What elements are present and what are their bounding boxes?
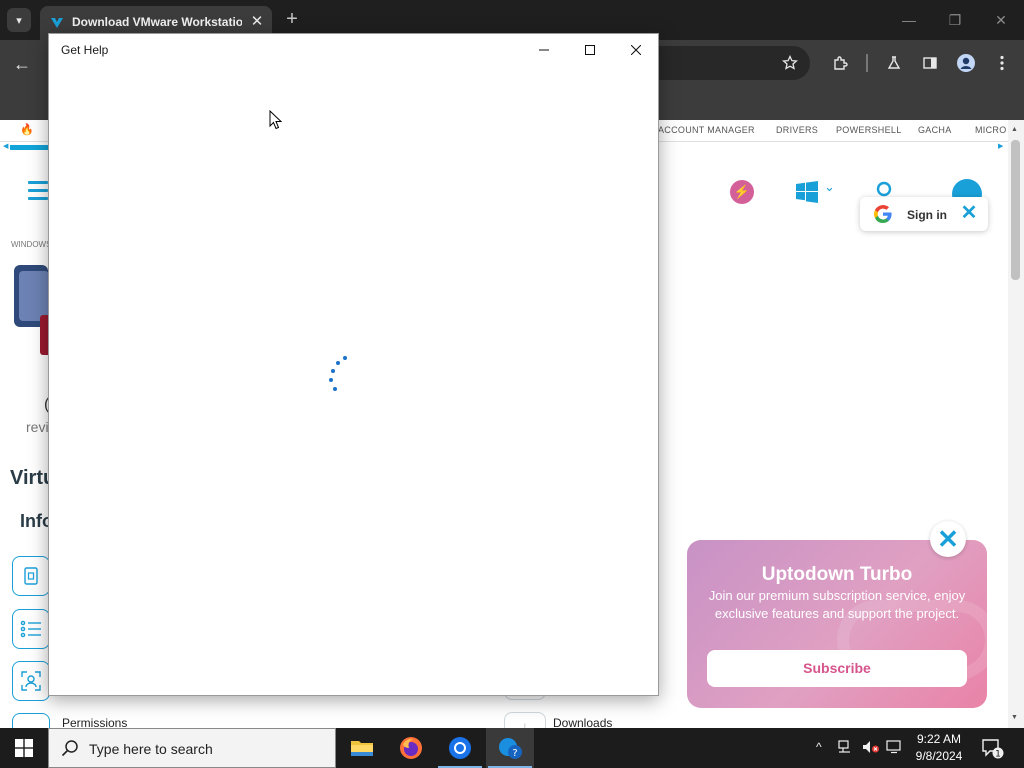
page-scrollbar[interactable]: ▲ ▼ xyxy=(1008,120,1024,728)
back-arrow-icon[interactable]: ← xyxy=(10,52,34,76)
signin-close-icon[interactable]: ✕ xyxy=(958,202,980,224)
tab-title: Download VMware Workstation xyxy=(72,15,242,29)
window-title: Get Help xyxy=(61,43,109,57)
toolbar-divider xyxy=(866,54,868,72)
nav-right-arrow-icon[interactable]: ▶ xyxy=(998,142,1003,150)
profile-avatar-icon[interactable] xyxy=(955,52,977,74)
promo-description: Join our premium subscription service, e… xyxy=(708,588,966,621)
show-hidden-icons-chevron-icon[interactable]: ^ xyxy=(816,740,822,754)
bookmark-star-icon[interactable] xyxy=(779,52,801,74)
taskbar-search-icon xyxy=(61,740,78,757)
info-package-box[interactable] xyxy=(12,556,50,596)
nav-left-arrow-icon[interactable]: ◀ xyxy=(3,142,8,150)
taskbar-clock[interactable]: 9:22 AM 9/8/2024 xyxy=(908,731,970,765)
page-nav-indicator xyxy=(10,145,48,150)
hamburger-menu-icon[interactable] xyxy=(28,181,48,205)
notification-count: 1 xyxy=(995,750,1001,760)
google-logo-icon xyxy=(874,205,892,223)
scroll-down-arrow-icon[interactable]: ▼ xyxy=(1011,714,1018,721)
uptodown-turbo-promo: Uptodown Turbo Join our premium subscrip… xyxy=(687,540,987,708)
package-icon xyxy=(24,567,38,585)
info-user-box[interactable] xyxy=(12,661,50,701)
info-permissions-box[interactable] xyxy=(12,713,50,728)
loading-spinner-icon xyxy=(329,356,347,391)
clock-date: 9/8/2024 xyxy=(915,749,963,763)
maximize-icon[interactable] xyxy=(567,34,613,66)
mouse-cursor-icon xyxy=(269,110,283,130)
bookmark-drivers[interactable]: DRIVERS xyxy=(776,125,818,135)
minimize-icon[interactable] xyxy=(521,34,567,66)
reviews-text-partial: revi xyxy=(26,419,49,435)
subscribe-button[interactable]: Subscribe xyxy=(707,650,967,687)
file-explorer-icon[interactable] xyxy=(338,728,386,768)
user-frame-icon xyxy=(21,671,41,691)
list-icon xyxy=(20,620,41,638)
labs-flask-icon[interactable] xyxy=(883,52,905,74)
browser-close-icon[interactable]: ✕ xyxy=(989,8,1013,32)
start-windows-icon[interactable] xyxy=(0,728,48,768)
display-icon[interactable] xyxy=(886,740,902,757)
taskbar-search-box[interactable]: Type here to search xyxy=(48,728,336,768)
new-tab-button[interactable]: + xyxy=(282,9,302,29)
bookmark-powershell[interactable]: POWERSHELL xyxy=(836,125,902,135)
turbo-flash-icon[interactable]: ⚡ xyxy=(730,180,754,204)
tab-close-icon[interactable]: ✕ xyxy=(248,13,266,31)
scroll-thumb[interactable] xyxy=(1011,140,1020,280)
get-help-window: Get Help xyxy=(48,33,659,696)
firefox-icon[interactable] xyxy=(387,728,435,768)
extensions-puzzle-icon[interactable] xyxy=(829,52,851,74)
side-panel-icon[interactable] xyxy=(919,52,941,74)
notification-center-icon[interactable]: 1 xyxy=(980,736,1004,760)
windows-platform-icon[interactable] xyxy=(796,181,818,203)
search-placeholder: Type here to search xyxy=(89,741,213,757)
platform-chevron-down-icon[interactable]: ⌄ xyxy=(824,179,835,195)
info-list-box[interactable] xyxy=(12,609,50,649)
close-icon[interactable] xyxy=(613,34,659,66)
browser-restore-icon[interactable]: ❐ xyxy=(943,8,967,32)
tab-search-chevron-icon[interactable]: ▾ xyxy=(7,8,31,32)
signin-label[interactable]: Sign in xyxy=(907,208,947,222)
browser-minimize-icon[interactable]: — xyxy=(897,8,921,32)
downloads-box[interactable]: ↓ xyxy=(504,712,546,728)
permissions-label[interactable]: Permissions xyxy=(62,716,127,728)
promo-close-icon[interactable]: ✕ xyxy=(930,521,966,557)
bookmark-account-manager[interactable]: ACCOUNT MANAGER xyxy=(658,125,755,135)
breadcrumb[interactable]: WINDOWS xyxy=(11,240,51,249)
bookmark-micro[interactable]: MICRO xyxy=(975,125,1007,135)
google-signin-popup[interactable]: Sign in ✕ xyxy=(860,197,988,231)
browser-menu-kebab-icon[interactable] xyxy=(991,52,1013,74)
svg-text:?: ? xyxy=(512,748,517,759)
clock-time: 9:22 AM xyxy=(916,732,962,746)
chrome-icon[interactable] xyxy=(436,728,484,768)
volume-muted-icon[interactable] xyxy=(862,740,880,757)
uptodown-favicon-icon xyxy=(51,18,63,28)
promo-title: Uptodown Turbo xyxy=(761,564,913,585)
windows-taskbar: Type here to search ? ^ 9:22 AM 9/8/2024… xyxy=(0,728,1024,768)
network-icon[interactable] xyxy=(838,740,854,757)
get-help-taskbar-icon[interactable]: ? xyxy=(486,728,534,768)
fire-bookmark-icon[interactable]: 🔥 xyxy=(20,123,34,136)
downloads-label[interactable]: Downloads xyxy=(553,716,612,728)
scroll-up-arrow-icon[interactable]: ▲ xyxy=(1011,126,1018,133)
bookmark-gacha[interactable]: GACHA xyxy=(918,125,952,135)
